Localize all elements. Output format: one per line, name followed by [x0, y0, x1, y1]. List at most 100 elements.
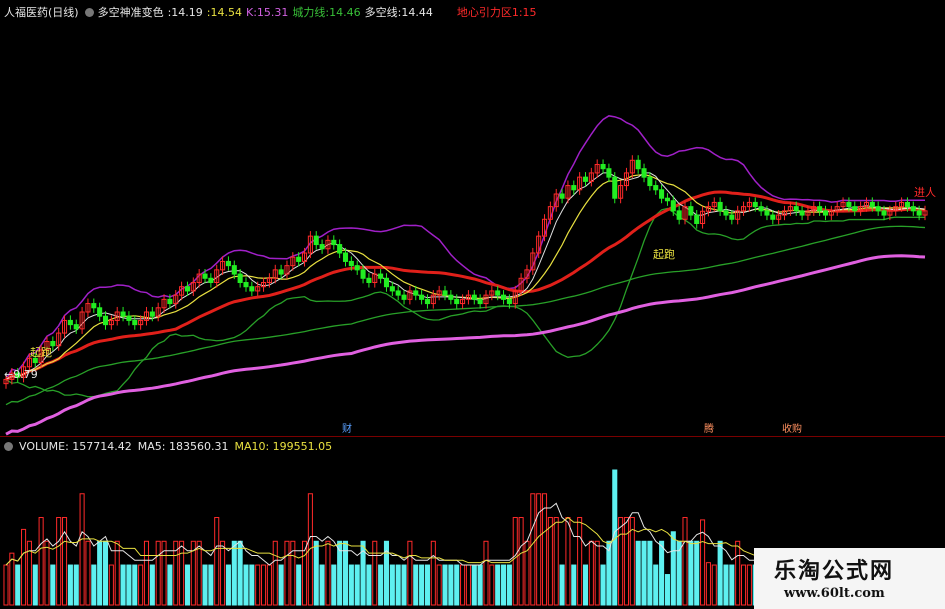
candle-body — [817, 206, 823, 212]
candle-body — [875, 206, 881, 212]
candle-body — [664, 197, 670, 202]
volume-bar — [430, 540, 436, 606]
volume-bar — [272, 540, 278, 606]
volume-bar — [541, 493, 548, 606]
candle-body — [676, 210, 682, 220]
candle-body — [319, 244, 325, 250]
volume-bar — [108, 564, 114, 606]
volume-bar — [149, 564, 155, 606]
volume-ma5: MA5: 183560.31 — [137, 440, 229, 453]
candle-body — [641, 168, 647, 178]
volume-bar — [729, 564, 735, 606]
volume-bar — [424, 564, 430, 606]
volume-bar — [202, 564, 208, 606]
enter-label: 进人 — [914, 186, 936, 199]
volume-bar — [73, 564, 79, 606]
volume-bar — [372, 540, 378, 606]
volume-bar — [501, 564, 507, 606]
candle-body — [869, 201, 875, 208]
volume-bar — [723, 564, 729, 606]
candle-body — [313, 235, 319, 246]
indicator-value-1: :14.19 — [167, 6, 203, 19]
candle-body — [612, 176, 618, 199]
volume-bar — [641, 540, 647, 606]
candle-body — [600, 164, 606, 170]
candle-body — [501, 294, 507, 300]
volume-bar — [348, 564, 354, 606]
volume-bar — [483, 540, 489, 606]
volume-bar — [44, 540, 50, 606]
candle-body — [348, 260, 354, 267]
volume-bar — [225, 564, 231, 606]
candle-body — [342, 252, 349, 262]
volume-bar — [138, 564, 144, 606]
candle-body — [67, 319, 73, 326]
candle-body — [442, 290, 448, 296]
candle-body — [126, 315, 132, 321]
candle-body — [225, 260, 231, 267]
volume-bar — [325, 540, 331, 606]
support-line-value: 城力线:14.46 — [292, 6, 361, 19]
volume-bar — [553, 517, 559, 606]
candle-body — [149, 311, 155, 317]
volume-bar — [261, 564, 267, 606]
candle-body — [881, 210, 887, 216]
volume-bar — [278, 564, 284, 606]
volume-bar — [600, 564, 606, 606]
settings-icon[interactable] — [84, 8, 94, 17]
candle-body — [764, 210, 770, 216]
candle-body — [413, 290, 419, 296]
candle-body — [424, 298, 430, 305]
candle-body — [167, 298, 173, 305]
candle-body — [904, 201, 910, 208]
candle-body — [249, 286, 255, 292]
volume-bar — [588, 540, 594, 606]
long-ma-line — [5, 254, 926, 436]
volume-bar — [506, 564, 512, 606]
volume-bar — [132, 564, 138, 606]
volume-bar — [670, 531, 676, 606]
volume-bar — [512, 517, 518, 606]
volume-bar — [577, 517, 583, 606]
volume-bar — [465, 564, 471, 606]
candle-body — [331, 239, 337, 246]
duokong-line-value: 多空线:14.44 — [364, 6, 433, 19]
candle-body — [770, 214, 776, 220]
gravity-zone-value: 地心引力区1:15 — [456, 6, 537, 19]
volume-bar — [366, 564, 372, 606]
chart-header: 人福医药(日线) 多空神准变色:14.19:14.54 K:15.31 城力线:14.… — [4, 4, 541, 20]
volume-bar — [594, 540, 600, 606]
candle-body — [208, 277, 214, 283]
volume-settings-icon[interactable] — [4, 442, 13, 451]
volume-bar — [717, 540, 723, 606]
volume-bar — [582, 564, 589, 606]
candle-body — [97, 307, 103, 317]
candle-body — [477, 298, 483, 305]
candle-body — [448, 294, 454, 300]
candle-body — [91, 303, 97, 309]
candle-body — [647, 176, 653, 187]
candle-body — [846, 201, 852, 208]
candle-body — [278, 269, 284, 275]
volume-bar — [711, 564, 717, 606]
price-chart: ←9.79起跑起跑进人财腾收购 — [3, 115, 936, 606]
volume-bar — [618, 517, 624, 606]
volume-bar — [120, 564, 126, 606]
mid-label: 起跑 — [653, 247, 675, 261]
candle-body — [395, 290, 401, 296]
candle-body — [383, 277, 390, 288]
event-label-teng: 腾 — [704, 422, 714, 435]
candle-body — [793, 206, 799, 212]
volume-bar — [448, 564, 454, 606]
candle-body — [184, 286, 190, 292]
volume-bar — [419, 564, 425, 606]
candle-body — [582, 176, 589, 182]
volume-bar — [530, 493, 536, 606]
volume-bar — [659, 540, 665, 606]
volume-bar — [50, 564, 56, 606]
candle-body — [495, 290, 501, 296]
volume-bar — [688, 540, 694, 606]
volume-bar — [97, 540, 103, 606]
candle-body — [822, 210, 829, 216]
candle-body — [337, 244, 343, 254]
